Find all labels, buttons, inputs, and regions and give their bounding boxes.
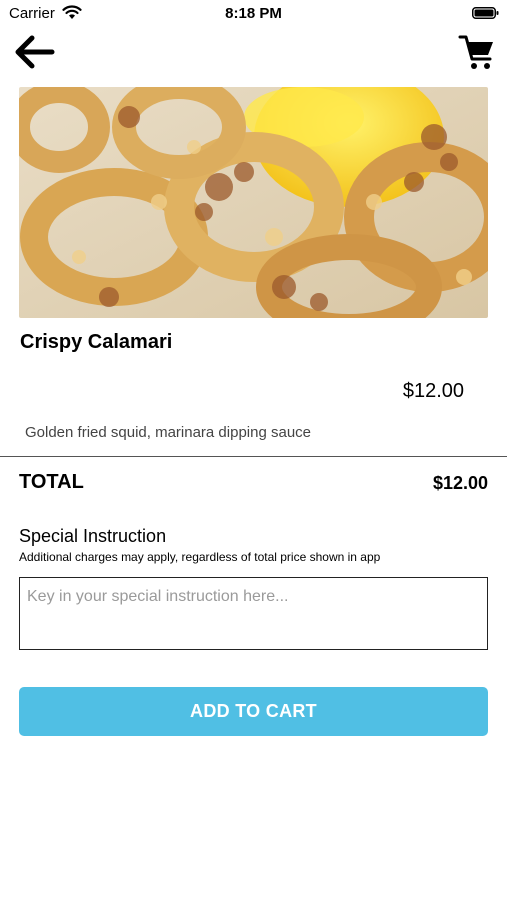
item-name: Crispy Calamari xyxy=(20,331,173,353)
special-instruction-input[interactable] xyxy=(19,577,488,650)
total-label: TOTAL xyxy=(19,471,84,493)
item-price: $12.00 xyxy=(402,380,464,402)
add-to-cart-button[interactable]: ADD TO CART xyxy=(19,687,488,736)
total-value: $12.00 xyxy=(432,473,488,493)
special-instruction-note: Additional charges may apply, regardless… xyxy=(19,550,381,564)
status-bar: Carrier 8:18 PM xyxy=(0,0,507,28)
shopping-cart-icon xyxy=(458,35,493,69)
item-description: Golden fried squid, marinara dipping sau… xyxy=(25,424,312,441)
divider xyxy=(0,456,507,457)
battery-icon xyxy=(472,7,499,19)
item-image xyxy=(19,87,488,318)
back-button[interactable] xyxy=(10,33,58,71)
status-time: 8:18 PM xyxy=(225,5,282,22)
cart-button[interactable] xyxy=(457,32,497,72)
arrow-left-icon xyxy=(15,35,55,69)
special-instruction-title: Special Instruction xyxy=(19,526,167,546)
